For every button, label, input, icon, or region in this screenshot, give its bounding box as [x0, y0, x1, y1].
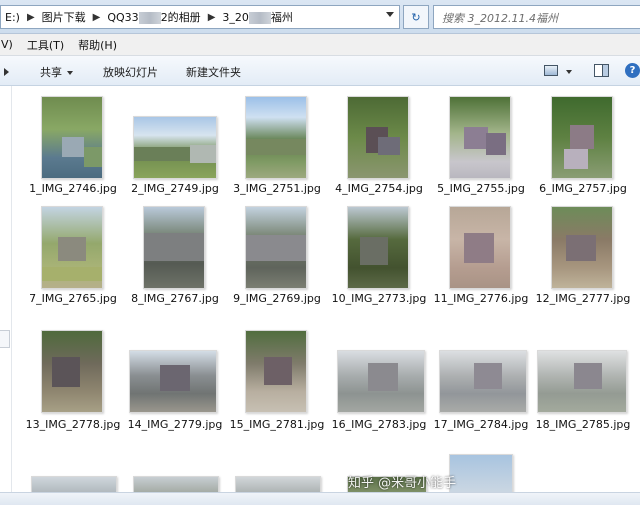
breadcrumb-separator-icon[interactable]: ▶ — [24, 12, 38, 23]
file-item[interactable]: 9_IMG_2769.jpg — [225, 204, 329, 332]
file-name: 8_IMG_2767.jpg — [131, 292, 219, 305]
file-name: 13_IMG_2778.jpg — [25, 418, 121, 431]
address-dropdown-icon[interactable] — [386, 12, 394, 17]
file-name: 5_IMG_2755.jpg — [437, 182, 525, 195]
file-thumbnail — [129, 350, 217, 413]
breadcrumb-drive[interactable]: E:) — [1, 11, 24, 24]
file-thumbnail — [551, 206, 613, 289]
file-thumbnail — [143, 206, 205, 289]
breadcrumb-folder-qq[interactable]: QQ33 2的相册 — [103, 9, 204, 25]
breadcrumb[interactable]: E:) ▶ 图片下载 ▶ QQ33 2的相册 ▶ 3_20 福州 — [0, 5, 400, 29]
file-item[interactable]: 7_IMG_2765.jpg — [21, 204, 125, 332]
file-item[interactable]: 13_IMG_2778.jpg — [21, 330, 125, 458]
chevron-down-icon[interactable] — [566, 70, 572, 74]
breadcrumb-text: 福州 — [270, 11, 293, 24]
file-thumbnail — [41, 206, 103, 289]
file-item[interactable]: 17_IMG_2784.jpg — [429, 330, 533, 458]
file-thumbnail — [41, 96, 103, 179]
file-item[interactable]: 8_IMG_2767.jpg — [123, 204, 227, 332]
file-thumbnail — [245, 206, 307, 289]
menu-view[interactable]: V) — [0, 38, 20, 51]
file-item[interactable]: 4_IMG_2754.jpg — [327, 94, 431, 204]
breadcrumb-folder-current[interactable]: 3_20 福州 — [218, 9, 297, 25]
status-bar — [0, 492, 640, 505]
nav-item-stub[interactable] — [0, 330, 10, 348]
breadcrumb-separator-icon[interactable]: ▶ — [205, 12, 219, 23]
file-thumbnail — [41, 330, 103, 413]
file-name: 17_IMG_2784.jpg — [433, 418, 529, 431]
file-name: 4_IMG_2754.jpg — [335, 182, 423, 195]
file-item[interactable]: 11_IMG_2776.jpg — [429, 204, 533, 332]
file-item[interactable]: 10_IMG_2773.jpg — [327, 204, 431, 332]
menu-tools[interactable]: 工具(T) — [20, 37, 71, 53]
refresh-icon: ↻ — [411, 10, 421, 24]
navigation-pane[interactable] — [0, 86, 12, 505]
file-name: 12_IMG_2777.jpg — [535, 292, 631, 305]
file-item[interactable]: 6_IMG_2757.jpg — [531, 94, 635, 204]
breadcrumb-separator-icon[interactable]: ▶ — [90, 12, 104, 23]
search-input[interactable]: 搜索 3_2012.11.4福州 — [433, 5, 640, 29]
file-name: 15_IMG_2781.jpg — [229, 418, 325, 431]
file-name: 3_IMG_2751.jpg — [233, 182, 321, 195]
file-name: 1_IMG_2746.jpg — [29, 182, 117, 195]
file-name: 6_IMG_2757.jpg — [539, 182, 627, 195]
help-icon[interactable]: ? — [625, 63, 640, 78]
menu-help[interactable]: 帮助(H) — [71, 37, 124, 53]
change-view-icon[interactable] — [544, 65, 558, 76]
file-item[interactable]: 18_IMG_2785.jpg — [531, 330, 635, 458]
file-thumbnail — [537, 350, 627, 413]
slideshow-button[interactable]: 放映幻灯片 — [103, 64, 158, 80]
file-grid: 1_IMG_2746.jpg 2_IMG_2749.jpg 3_IMG_2751… — [13, 86, 640, 505]
file-item[interactable]: 1_IMG_2746.jpg — [21, 94, 125, 204]
redaction-blur — [138, 12, 161, 24]
breadcrumb-text: 2的相册 — [160, 11, 201, 24]
file-item[interactable]: 5_IMG_2755.jpg — [429, 94, 533, 204]
redaction-blur — [248, 12, 271, 24]
file-thumbnail — [449, 206, 511, 289]
new-folder-button[interactable]: 新建文件夹 — [186, 64, 241, 80]
file-thumbnail — [449, 96, 511, 179]
file-thumbnail — [245, 96, 307, 179]
file-name: 14_IMG_2779.jpg — [127, 418, 223, 431]
chevron-right-icon[interactable] — [4, 68, 9, 76]
menu-bar: V) 工具(T) 帮助(H) — [0, 34, 640, 56]
file-item[interactable]: 15_IMG_2781.jpg — [225, 330, 329, 458]
breadcrumb-text: 3_20 — [222, 11, 249, 24]
share-button[interactable]: 共享 — [40, 64, 73, 80]
file-thumbnail — [245, 330, 307, 413]
file-item[interactable]: 3_IMG_2751.jpg — [225, 94, 329, 204]
file-thumbnail — [439, 350, 527, 413]
address-bar-row: E:) ▶ 图片下载 ▶ QQ33 2的相册 ▶ 3_20 福州 ↻ 搜索 3_20… — [0, 0, 640, 34]
file-thumbnail — [551, 96, 613, 179]
command-toolbar: 共享 放映幻灯片 新建文件夹 ? — [0, 56, 640, 86]
file-name: 2_IMG_2749.jpg — [131, 182, 219, 195]
chevron-down-icon — [67, 71, 73, 75]
file-item[interactable]: 2_IMG_2749.jpg — [123, 94, 227, 204]
file-name: 10_IMG_2773.jpg — [331, 292, 427, 305]
file-thumbnail — [337, 350, 425, 413]
file-thumbnail — [133, 116, 217, 179]
file-item[interactable]: 14_IMG_2779.jpg — [123, 330, 227, 458]
file-name: 18_IMG_2785.jpg — [535, 418, 631, 431]
file-name: 7_IMG_2765.jpg — [29, 292, 117, 305]
file-name: 11_IMG_2776.jpg — [433, 292, 529, 305]
share-label: 共享 — [40, 66, 62, 79]
preview-pane-icon[interactable] — [594, 64, 609, 77]
file-item[interactable]: 12_IMG_2777.jpg — [531, 204, 635, 332]
refresh-button[interactable]: ↻ — [403, 5, 429, 29]
file-thumbnail — [347, 206, 409, 289]
breadcrumb-text: QQ33 — [107, 11, 139, 24]
file-name: 16_IMG_2783.jpg — [331, 418, 427, 431]
file-name: 9_IMG_2769.jpg — [233, 292, 321, 305]
file-item[interactable]: 16_IMG_2783.jpg — [327, 330, 431, 458]
watermark: 知乎 @米哥小能手 — [348, 476, 457, 491]
file-thumbnail — [347, 96, 409, 179]
breadcrumb-folder-downloads[interactable]: 图片下载 — [38, 9, 90, 25]
